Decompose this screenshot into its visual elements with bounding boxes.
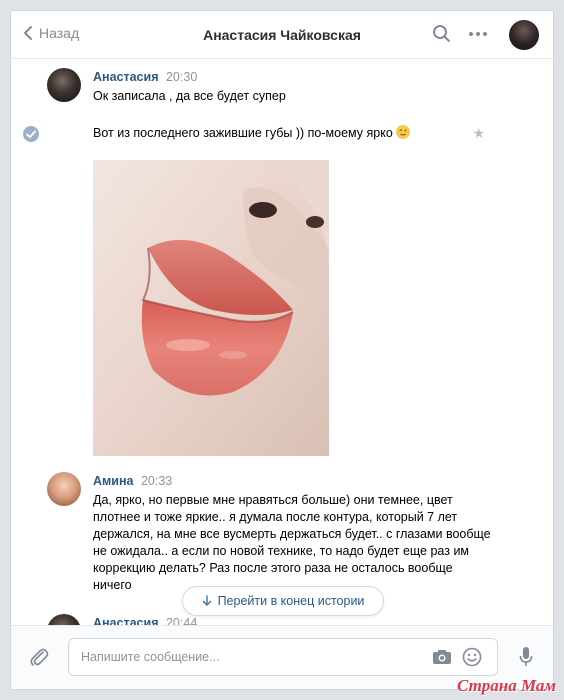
header-avatar[interactable] — [509, 20, 539, 50]
message-text: Вот из последнего зажившие губы )) по-мо… — [93, 125, 423, 142]
chat-header: Назад Анастасия Чайковская — [11, 11, 553, 59]
camera-icon[interactable] — [432, 649, 452, 665]
message-author[interactable]: Анастасия — [93, 70, 159, 84]
message-list: Анастасия 20:30 Ок записала , да все буд… — [11, 60, 553, 626]
arrow-down-icon — [202, 595, 211, 606]
lips-photo[interactable] — [93, 160, 329, 456]
message-time: 20:30 — [165, 70, 198, 84]
message-followup: Вот из последнего зажившие губы )) по-мо… — [93, 126, 393, 140]
jump-to-latest-button[interactable]: Перейти в конец истории — [182, 586, 384, 616]
avatar[interactable] — [47, 68, 81, 102]
message-author[interactable]: Амина — [93, 474, 133, 488]
winking-emoji-icon — [396, 125, 411, 139]
paperclip-icon[interactable] — [29, 646, 49, 668]
microphone-icon[interactable] — [519, 646, 533, 668]
message-text: Да, ярко, но первые мне нравяться больше… — [93, 493, 491, 592]
emoji-icon[interactable] — [462, 647, 482, 667]
check-icon — [23, 126, 39, 142]
message-time: 20:33 — [140, 474, 173, 488]
more-options-icon[interactable] — [468, 30, 488, 38]
chat-window: Назад Анастасия Чайковская Анастасия 20:… — [10, 10, 554, 690]
star-icon[interactable]: ★ — [472, 125, 485, 142]
message-meta: Амина 20:33 — [93, 474, 172, 488]
watermark-logo: Страна Мам — [456, 676, 556, 695]
avatar[interactable] — [47, 472, 81, 506]
message-meta: Анастасия 20:30 — [93, 70, 197, 84]
jump-to-latest-label: Перейти в конец истории — [217, 594, 365, 608]
search-icon[interactable] — [432, 24, 452, 44]
message-text: Ок записала , да все будет супер — [93, 89, 286, 103]
